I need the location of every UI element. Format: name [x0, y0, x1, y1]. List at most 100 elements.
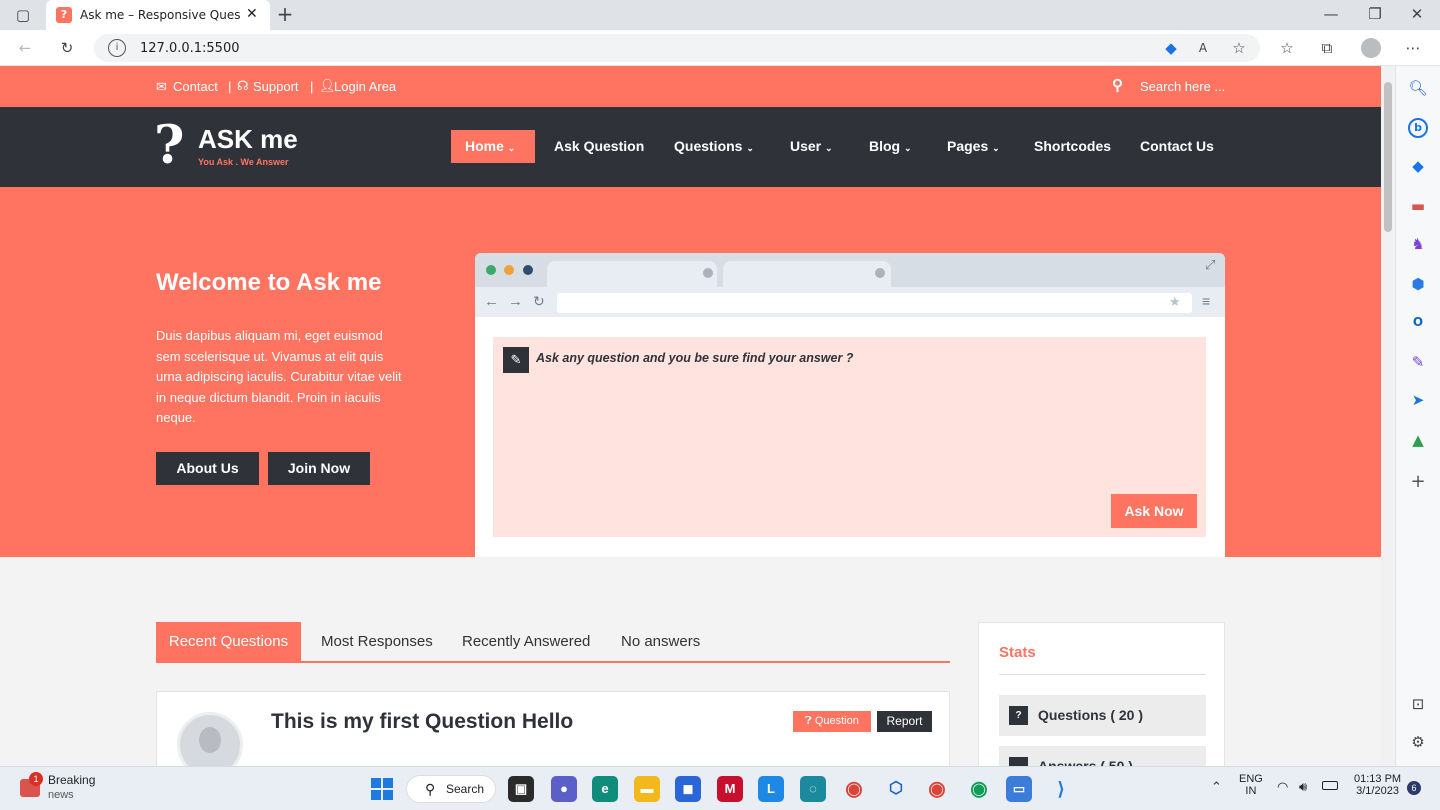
close-window-icon[interactable]: ✕: [1406, 4, 1428, 24]
chrome-profile-icon[interactable]: ◉: [924, 776, 950, 802]
taskbar-search[interactable]: ⚲ Search: [406, 775, 496, 803]
tab-most-responses[interactable]: Most Responses: [321, 622, 433, 662]
windows-taskbar: 1 Breaking news ⚲ Search ▣ ● e ▬ ◼ M L ◌…: [0, 766, 1440, 810]
new-tab-icon[interactable]: +: [274, 4, 296, 24]
more-menu-icon[interactable]: ⋯: [1402, 38, 1424, 58]
nav-label: Questions: [674, 138, 743, 154]
nav-item-home[interactable]: Home ⌄: [451, 130, 535, 163]
add-favorite-icon[interactable]: ☆: [1228, 38, 1250, 58]
close-tab-icon[interactable]: ✕: [246, 6, 258, 22]
pencil-icon: ✎: [503, 347, 529, 373]
headset-icon: ☊: [237, 78, 249, 93]
page-scrollbar[interactable]: [1381, 66, 1395, 766]
ask-question-placeholder: Ask any question and you be sure find yo…: [536, 351, 854, 365]
chevron-up-icon[interactable]: ⌃: [1211, 779, 1222, 795]
refresh-icon[interactable]: ↻: [56, 38, 78, 58]
profile-avatar[interactable]: [1361, 38, 1381, 58]
ask-question-box[interactable]: ✎ Ask any question and you be sure find …: [493, 337, 1206, 537]
tab-actions-icon[interactable]: ▢: [12, 5, 34, 25]
sidebar-toggle-icon[interactable]: ⊡: [1408, 694, 1428, 714]
logo-title[interactable]: ASK me: [198, 124, 298, 155]
site-search-input[interactable]: Search here ...: [1140, 79, 1225, 94]
nav-item-pages[interactable]: Pages ⌄: [933, 130, 1014, 163]
question-badge-label: Question: [814, 715, 859, 727]
hero-title: Welcome to Ask me: [156, 269, 382, 296]
mcafee-icon[interactable]: M: [717, 776, 743, 802]
mockup-dot-green: [486, 265, 496, 275]
back-icon[interactable]: ←: [14, 38, 36, 58]
send-icon[interactable]: ➤: [1408, 390, 1428, 410]
news-title[interactable]: Breaking: [48, 773, 95, 787]
site-info-icon[interactable]: i: [108, 39, 126, 57]
tab-recently-answered[interactable]: Recently Answered: [462, 622, 590, 662]
tab-recent-questions[interactable]: Recent Questions: [156, 622, 301, 662]
tab-no-answers[interactable]: No answers: [621, 622, 700, 662]
nav-item-user[interactable]: User ⌄: [776, 130, 847, 163]
clock[interactable]: 01:13 PM 3/1/2023: [1354, 773, 1401, 797]
nav-item-questions[interactable]: Questions ⌄: [660, 130, 768, 163]
remote-desktop-icon[interactable]: ▭: [1006, 776, 1032, 802]
nav-label: Ask Question: [554, 138, 645, 154]
bing-chat-icon[interactable]: b: [1408, 118, 1428, 138]
favorites-icon[interactable]: ☆: [1276, 38, 1298, 58]
tab-title: Ask me – Responsive Questions a: [80, 8, 240, 22]
nav-item-ask-question[interactable]: Ask Question: [540, 130, 658, 163]
tree-icon[interactable]: ▲: [1408, 430, 1428, 450]
collections-icon[interactable]: ⧉: [1316, 38, 1338, 58]
topbar-link-contact[interactable]: Contact: [173, 79, 218, 94]
mockup-dot-blue: [523, 265, 533, 275]
battery-icon[interactable]: [1322, 781, 1338, 790]
office-icon[interactable]: ⬢: [1408, 274, 1428, 294]
language-indicator[interactable]: ENG IN: [1239, 773, 1263, 797]
chrome-profile-icon[interactable]: ◉: [966, 776, 992, 802]
wifi-icon[interactable]: ◠: [1277, 779, 1288, 795]
task-view-icon[interactable]: ▣: [508, 776, 534, 802]
windows-start-icon[interactable]: [371, 778, 393, 800]
tag-icon[interactable]: ◆: [1160, 38, 1182, 58]
chrome-icon[interactable]: ◉: [841, 776, 867, 802]
join-now-button[interactable]: Join Now: [268, 452, 370, 485]
games-icon[interactable]: ♞: [1408, 234, 1428, 254]
notification-badge[interactable]: 6: [1407, 781, 1421, 795]
nav-item-blog[interactable]: Blog ⌄: [855, 130, 926, 163]
outlook-icon[interactable]: O: [1408, 312, 1428, 332]
nav-item-contact-us[interactable]: Contact Us: [1126, 130, 1228, 163]
logo-tagline: You Ask . We Answer: [198, 157, 289, 167]
nav-item-shortcodes[interactable]: Shortcodes: [1020, 130, 1125, 163]
volume-icon[interactable]: 🔊︎: [1299, 779, 1307, 795]
comment-icon: [1009, 757, 1028, 766]
chevron-down-icon: ⌄: [904, 143, 912, 153]
search-icon[interactable]: 🔍︎: [1408, 78, 1428, 98]
file-explorer-icon[interactable]: ▬: [634, 776, 660, 802]
question-circle-icon: ❓︎: [805, 715, 812, 727]
topbar-link-support[interactable]: Support: [253, 79, 299, 94]
search-icon[interactable]: ⚲: [1112, 76, 1123, 94]
designer-icon[interactable]: ✎: [1408, 352, 1428, 372]
edge-icon[interactable]: e: [592, 776, 618, 802]
browser-tab[interactable]: ? Ask me – Responsive Questions a ✕: [46, 0, 270, 30]
about-us-button[interactable]: About Us: [156, 452, 259, 485]
settings-gear-icon[interactable]: ⚙: [1408, 732, 1428, 752]
nav-label: Home: [465, 138, 504, 154]
restore-icon[interactable]: ❐: [1364, 4, 1386, 24]
store-icon[interactable]: ◼: [675, 776, 701, 802]
stats-questions-label: Questions ( 20 ): [1038, 707, 1144, 723]
app-icon[interactable]: ◌: [800, 776, 826, 802]
chat-icon[interactable]: ●: [551, 776, 577, 802]
question-badge[interactable]: ❓︎ Question: [793, 711, 871, 732]
connect-icon[interactable]: ⬡: [883, 776, 909, 802]
url-text: 127.0.0.1:5500: [140, 41, 240, 56]
minimize-icon[interactable]: —: [1320, 4, 1342, 24]
shopping-icon[interactable]: ◆: [1408, 156, 1428, 176]
tools-icon[interactable]: ▬: [1408, 196, 1428, 216]
url-field[interactable]: i 127.0.0.1:5500 ◆ A ☆: [94, 34, 1260, 62]
l-app-icon[interactable]: L: [758, 776, 784, 802]
ask-now-button[interactable]: Ask Now: [1111, 494, 1197, 528]
scrollbar-thumb[interactable]: [1384, 82, 1392, 232]
read-aloud-icon[interactable]: A: [1192, 38, 1214, 58]
vscode-icon[interactable]: ⟩: [1048, 776, 1074, 802]
report-button[interactable]: Report: [877, 711, 932, 732]
topbar-link-login[interactable]: Login Area: [334, 79, 396, 94]
add-sidebar-icon[interactable]: +: [1408, 472, 1428, 492]
question-title[interactable]: This is my first Question Hello: [271, 710, 573, 734]
